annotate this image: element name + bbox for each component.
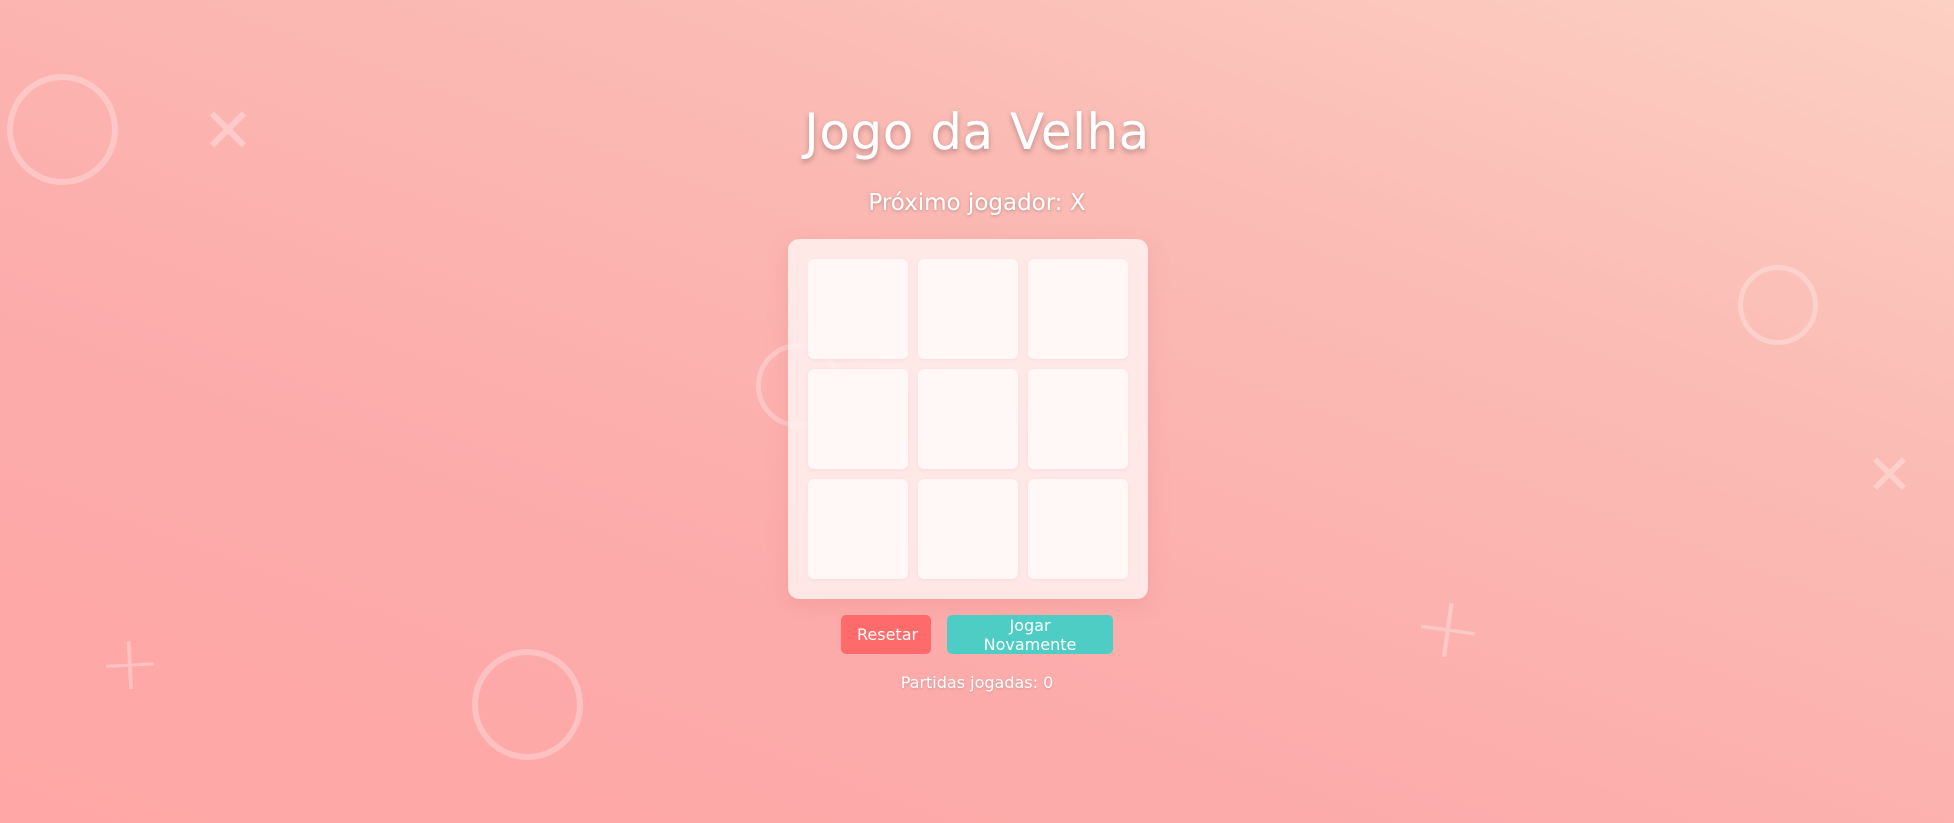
board-cell-6[interactable] bbox=[1028, 369, 1128, 469]
reset-button[interactable]: Resetar bbox=[841, 615, 931, 654]
play-again-button[interactable]: Jogar Novamente bbox=[947, 615, 1113, 654]
board-cell-2[interactable] bbox=[918, 259, 1018, 359]
game-board bbox=[788, 239, 1148, 599]
decor-circle-icon bbox=[1738, 265, 1818, 345]
games-played-counter: Partidas jogadas: 0 bbox=[900, 673, 1054, 692]
game-title: Jogo da Velha bbox=[804, 103, 1150, 161]
board-cell-5[interactable] bbox=[918, 369, 1018, 469]
next-player-status: Próximo jogador: X bbox=[868, 190, 1086, 216]
board-cell-1[interactable] bbox=[808, 259, 908, 359]
action-buttons: Resetar Jogar Novamente bbox=[0, 615, 1954, 654]
decor-circle-icon bbox=[472, 649, 583, 760]
board-cell-9[interactable] bbox=[1028, 479, 1128, 579]
decor-x-icon: ✕ bbox=[1866, 443, 1913, 508]
board-cell-3[interactable] bbox=[1028, 259, 1128, 359]
board-cell-8[interactable] bbox=[918, 479, 1018, 579]
board-cell-7[interactable] bbox=[808, 479, 908, 579]
board-cell-4[interactable] bbox=[808, 369, 908, 469]
